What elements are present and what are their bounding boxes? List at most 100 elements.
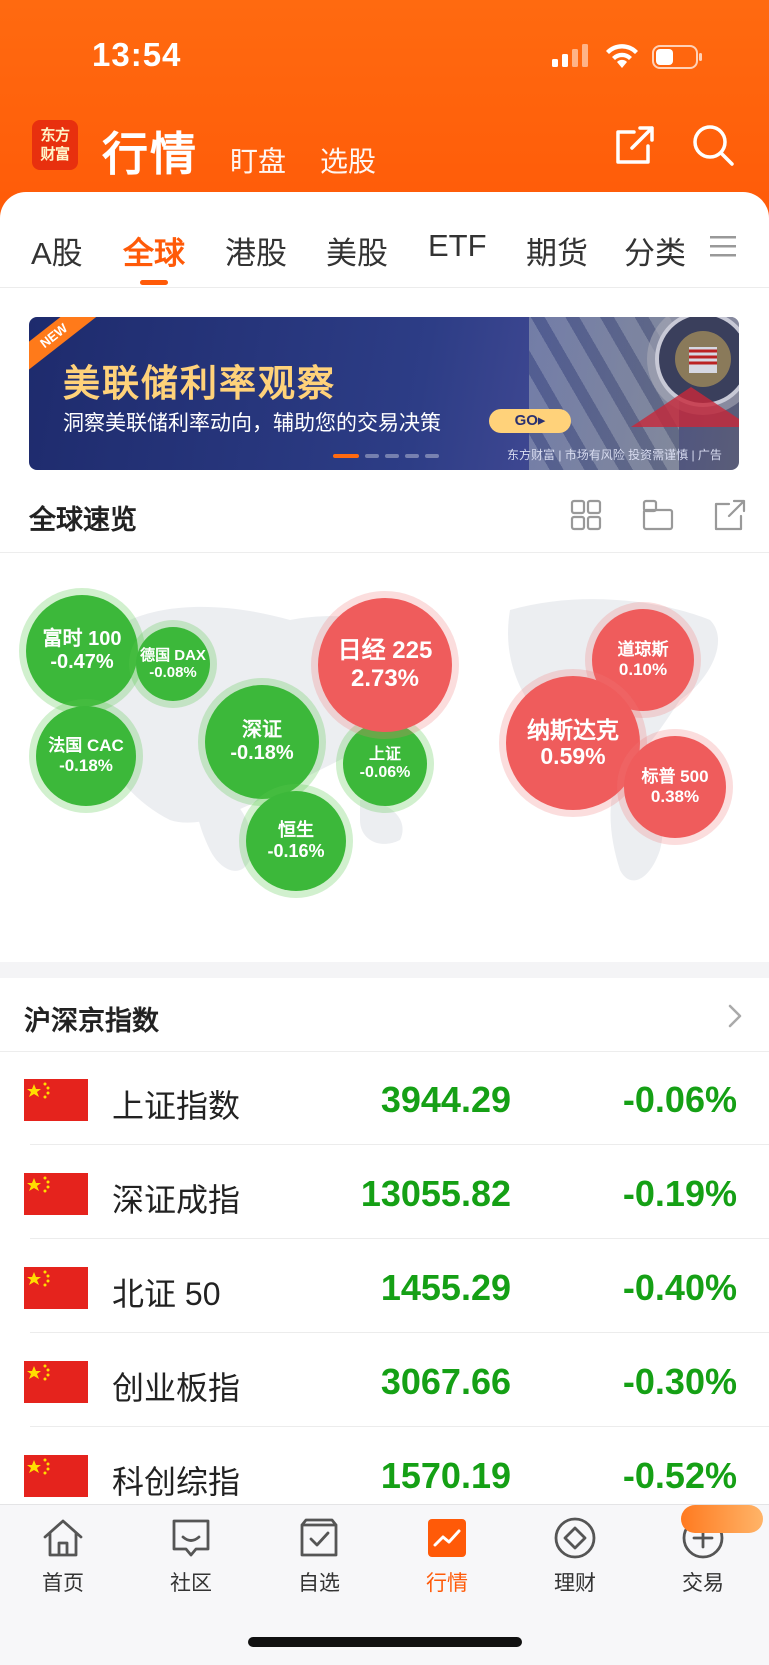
nav-watchlist[interactable]: 自选 xyxy=(269,1515,369,1597)
app-logo[interactable]: 东方 财富 xyxy=(32,120,78,170)
bubble-shenzhen[interactable]: 深证 -0.18% xyxy=(205,685,319,799)
bubble-change: -0.06% xyxy=(359,764,411,781)
bubble-label: 富时 100 xyxy=(42,628,122,650)
banner-disclaimer: 东方财富 | 市场有风险 投资需谨慎 | 广告 xyxy=(507,448,722,462)
chevron-right-icon[interactable] xyxy=(726,1002,744,1030)
index-price: 13055.82 xyxy=(360,1173,511,1214)
bubble-label: 日经 225 xyxy=(337,637,433,665)
banner-go-button[interactable]: GO▸ xyxy=(489,409,571,433)
tab-hk[interactable]: 港股 xyxy=(225,228,287,273)
nav-label: 理财 xyxy=(554,1572,596,1595)
tab-categories[interactable]: 分类 xyxy=(624,228,686,273)
index-row[interactable]: 上证指数 3944.29 -0.06% xyxy=(0,1051,769,1145)
index-row[interactable]: 北证 50 1455.29 -0.40% xyxy=(0,1239,769,1333)
bubble-change: -0.18% xyxy=(59,756,113,775)
bubble-dax[interactable]: 德国 DAX -0.08% xyxy=(136,627,210,701)
bubble-label: 德国 DAX xyxy=(140,646,206,664)
tab-etf[interactable]: ETF xyxy=(428,228,487,264)
bubble-shanghai[interactable]: 上证 -0.06% xyxy=(343,722,427,806)
index-row[interactable]: 深证成指 13055.82 -0.19% xyxy=(0,1145,769,1239)
bubble-label: 深证 xyxy=(242,719,282,741)
index-price: 1455.29 xyxy=(380,1267,511,1308)
status-time: 13:54 xyxy=(92,36,182,73)
index-section-title[interactable]: 沪深京指数 xyxy=(24,999,159,1038)
export-icon[interactable] xyxy=(713,498,747,532)
search-icon[interactable] xyxy=(690,122,736,168)
china-flag-icon xyxy=(24,1361,88,1403)
trade-promo-badge[interactable] xyxy=(681,1505,763,1533)
tab-futures[interactable]: 期货 xyxy=(526,228,588,273)
index-price: 1570.19 xyxy=(380,1455,511,1496)
nav-label: 交易 xyxy=(682,1572,724,1595)
banner-pagination xyxy=(333,454,443,458)
tab-global[interactable]: 全球 xyxy=(123,228,185,273)
bubble-change: 0.10% xyxy=(618,660,668,679)
bubble-label: 道琼斯 xyxy=(617,640,669,660)
bubble-label: 标普 500 xyxy=(641,767,709,787)
index-name: 深证成指 xyxy=(112,1182,241,1218)
tab-a-shares[interactable]: A股 xyxy=(31,228,83,273)
share-icon[interactable] xyxy=(612,122,658,168)
home-icon xyxy=(43,1519,83,1557)
market-tabs: A股 全球 港股 美股 ETF 期货 分类 xyxy=(0,192,769,288)
china-flag-icon xyxy=(24,1267,88,1309)
bubble-ftse-100[interactable]: 富时 100 -0.47% xyxy=(26,595,138,707)
grid-view-icon[interactable] xyxy=(569,498,603,532)
bubble-change: -0.08% xyxy=(149,664,197,681)
index-change: -0.19% xyxy=(622,1173,737,1214)
bubble-change: -0.47% xyxy=(50,651,114,673)
layout-view-icon[interactable] xyxy=(641,498,675,532)
bubble-change: 2.73% xyxy=(350,665,420,692)
index-change: -0.40% xyxy=(622,1267,737,1308)
nav-label: 首页 xyxy=(42,1572,84,1595)
home-indicator xyxy=(248,1637,522,1647)
index-change: -0.30% xyxy=(622,1361,737,1402)
tab-stock-picker[interactable]: 选股 xyxy=(320,140,376,180)
battery-icon xyxy=(652,45,702,69)
cellular-signal-icon xyxy=(552,44,588,67)
wifi-icon xyxy=(606,44,638,68)
fed-seal-image xyxy=(631,317,739,427)
index-name: 创业板指 xyxy=(112,1370,241,1406)
section-gap xyxy=(0,962,769,978)
global-overview-title: 全球速览 xyxy=(29,505,137,535)
index-change: -0.52% xyxy=(622,1455,737,1496)
market-page: 13:54 东方 财富 行情 盯盘 选股 A股 全球 港股 美股 ETF 期货 … xyxy=(0,0,769,1665)
index-price: 3067.66 xyxy=(380,1361,511,1402)
nav-label: 社区 xyxy=(170,1572,212,1595)
bubble-nasdaq[interactable]: 纳斯达克 0.59% xyxy=(506,676,640,810)
nav-community[interactable]: 社区 xyxy=(141,1515,241,1597)
nav-wealth[interactable]: 理财 xyxy=(525,1515,625,1597)
nav-home[interactable]: 首页 xyxy=(13,1515,113,1597)
bubble-nikkei-225[interactable]: 日经 225 2.73% xyxy=(318,598,452,732)
banner-title: 美联储利率观察 xyxy=(63,363,336,404)
index-row[interactable]: 创业板指 3067.66 -0.30% xyxy=(0,1333,769,1427)
china-flag-icon xyxy=(24,1455,88,1497)
bubble-change: -0.18% xyxy=(230,742,294,764)
nav-market[interactable]: 行情 xyxy=(397,1515,497,1597)
china-flag-icon xyxy=(24,1173,88,1215)
menu-icon[interactable] xyxy=(710,234,736,258)
bubble-sp-500[interactable]: 标普 500 0.38% xyxy=(624,736,726,838)
index-name: 北证 50 xyxy=(112,1276,221,1312)
tab-us[interactable]: 美股 xyxy=(326,228,388,273)
nav-label: 行情 xyxy=(426,1572,468,1595)
community-icon xyxy=(172,1519,210,1557)
bubble-label: 纳斯达克 xyxy=(527,716,619,743)
bubble-hang-seng[interactable]: 恒生 -0.16% xyxy=(246,791,346,891)
bubble-change: 0.38% xyxy=(650,787,700,806)
index-name: 科创综指 xyxy=(112,1464,241,1500)
wealth-icon xyxy=(554,1517,596,1559)
index-change: -0.06% xyxy=(622,1079,737,1120)
bubble-label: 恒生 xyxy=(278,820,314,841)
tab-watch[interactable]: 盯盘 xyxy=(230,140,286,180)
page-title: 行情 xyxy=(102,128,198,180)
index-price: 3944.29 xyxy=(380,1079,511,1120)
active-tab-indicator xyxy=(140,280,168,285)
bubble-cac[interactable]: 法国 CAC -0.18% xyxy=(36,706,136,806)
fed-rate-banner[interactable]: NEW 美联储利率观察 洞察美联储利率动向，辅助您的交易决策 GO▸ 东方财富 … xyxy=(29,317,739,470)
banner-subtitle: 洞察美联储利率动向，辅助您的交易决策 xyxy=(63,412,441,435)
bubble-change: -0.16% xyxy=(267,841,325,861)
bubble-label: 上证 xyxy=(368,745,401,763)
index-name: 上证指数 xyxy=(112,1088,241,1124)
